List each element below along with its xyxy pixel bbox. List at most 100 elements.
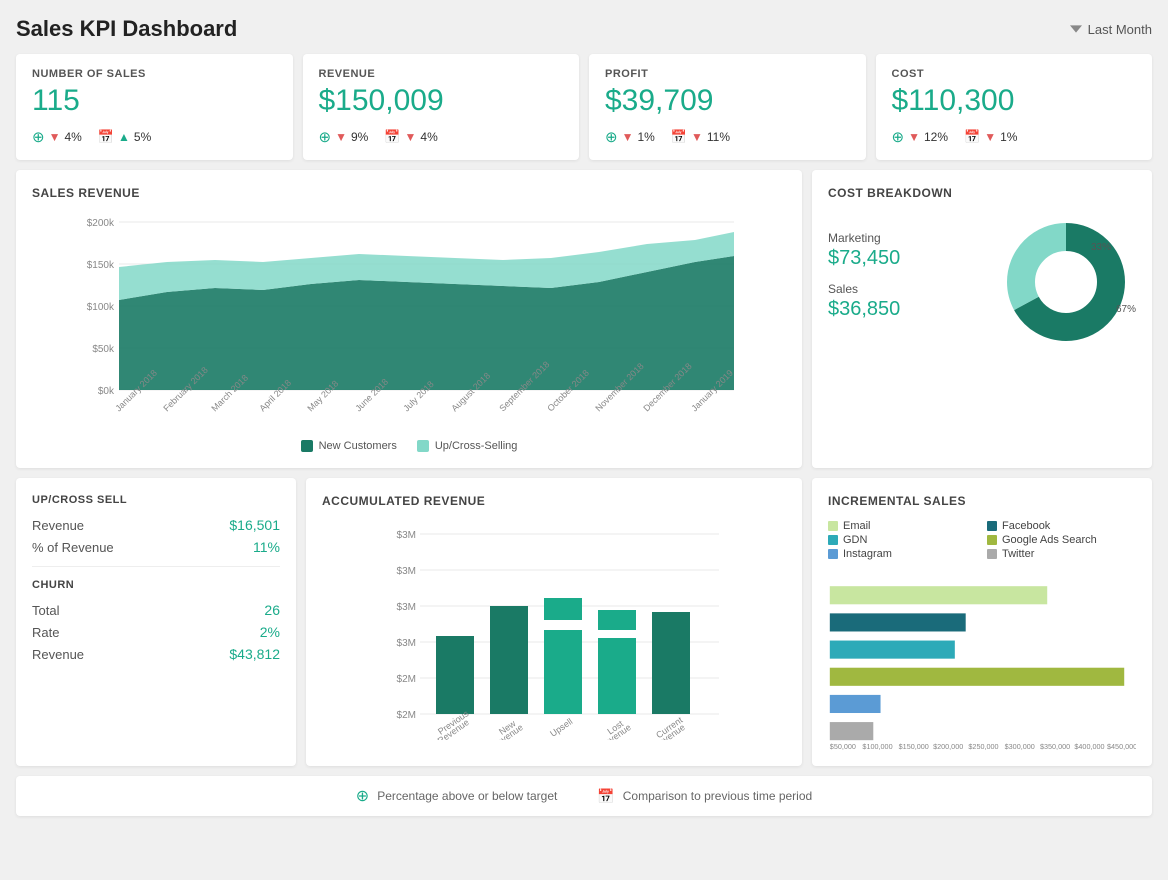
bar-google-ads	[830, 668, 1124, 686]
kpi-metric-cal-2: 📅 ▼ 11%	[671, 128, 730, 146]
svg-text:33%: 33%	[1091, 242, 1111, 253]
svg-text:$300,000: $300,000	[1005, 742, 1035, 751]
svg-text:$100,000: $100,000	[862, 742, 892, 751]
incremental-sales-card: INCREMENTAL SALES Email Facebook GDN Goo…	[812, 478, 1152, 766]
upcross-revenue-row: Revenue $16,501	[32, 514, 280, 536]
arrow-down-2: ▼	[622, 130, 634, 144]
svg-text:$150k: $150k	[87, 260, 115, 271]
label-instagram: Instagram	[843, 548, 892, 560]
cost-breakdown-card: COST BREAKDOWN Marketing $73,450 Sales $…	[812, 170, 1152, 468]
kpi-row: NUMBER OF SALES 115 ⊕ ▼ 4% 📅 ▲ 5% REVENU…	[16, 54, 1152, 160]
accumulated-revenue-chart: $3M $3M $3M $3M $2M $2M	[322, 520, 786, 720]
svg-text:$3M: $3M	[397, 638, 416, 649]
footer-text-target: Percentage above or below target	[377, 789, 557, 803]
churn-rate-row: Rate 2%	[32, 621, 280, 643]
cost-breakdown-content: Marketing $73,450 Sales $36,850	[828, 212, 1136, 352]
svg-text:$200k: $200k	[87, 218, 115, 229]
arrow-down-3b: ▼	[984, 130, 996, 144]
cost-cat-label-marketing: Marketing	[828, 231, 986, 245]
cost-cat-value-marketing: $73,450	[828, 247, 986, 270]
target-icon-footer: ⊕	[356, 786, 369, 806]
kpi-metric-cal-0: 📅 ▲ 5%	[98, 128, 151, 146]
svg-text:$50,000: $50,000	[830, 742, 856, 751]
upcross-pct-value: 11%	[253, 539, 280, 555]
dot-google-ads	[987, 535, 997, 545]
filter-label: Last Month	[1088, 22, 1152, 37]
cost-left: Marketing $73,450 Sales $36,850	[828, 231, 986, 333]
legend-google-ads: Google Ads Search	[987, 534, 1136, 546]
inc-bar-svg: $50,000 $100,000 $150,000 $200,000 $250,…	[828, 570, 1136, 760]
kpi-metric-target-3: ⊕ ▼ 12%	[892, 128, 949, 146]
kpi-value-2: $39,709	[605, 84, 850, 118]
upcross-pct-label: % of Revenue	[32, 540, 114, 555]
kpi-metric-cal-3: 📅 ▼ 1%	[964, 128, 1017, 146]
divider	[32, 566, 280, 567]
bar-email	[830, 586, 1047, 604]
legend-facebook: Facebook	[987, 520, 1136, 532]
svg-text:$2M: $2M	[397, 674, 416, 685]
kpi-pct-cal-2: 11%	[707, 130, 730, 144]
svg-text:$0k: $0k	[98, 386, 115, 397]
kpi-label-0: NUMBER OF SALES	[32, 68, 277, 80]
upcross-churn-card: UP/CROSS SELL Revenue $16,501 % of Reven…	[16, 478, 296, 766]
svg-text:$400,000: $400,000	[1074, 742, 1104, 751]
churn-rate-value: 2%	[260, 624, 280, 640]
kpi-metrics-3: ⊕ ▼ 12% 📅 ▼ 1%	[892, 128, 1137, 146]
bar-twitter	[830, 722, 873, 740]
donut-svg: 33% 67%	[996, 212, 1136, 352]
accum-svg: $3M $3M $3M $3M $2M $2M	[322, 520, 786, 740]
cost-category-sales: Sales $36,850	[828, 282, 986, 321]
arrow-down-1: ▼	[335, 130, 347, 144]
incremental-legend: Email Facebook GDN Google Ads Search Ins…	[828, 520, 1136, 560]
svg-text:$350,000: $350,000	[1040, 742, 1070, 751]
churn-rate-label: Rate	[32, 625, 59, 640]
bar-lost-bottom	[598, 638, 636, 714]
svg-text:$50k: $50k	[92, 344, 115, 355]
churn-total-row: Total 26	[32, 599, 280, 621]
arrow-down-3: ▼	[908, 130, 920, 144]
kpi-value-0: 115	[32, 84, 277, 118]
cost-cat-label-sales: Sales	[828, 282, 986, 296]
sales-revenue-legend: New Customers Up/Cross-Selling	[32, 440, 786, 452]
svg-text:$3M: $3M	[397, 602, 416, 613]
chevron-down-icon	[1070, 23, 1082, 35]
churn-title: CHURN	[32, 579, 280, 591]
label-email: Email	[843, 520, 871, 532]
svg-text:$200,000: $200,000	[933, 742, 963, 751]
bar-current-revenue	[652, 612, 690, 714]
incremental-sales-title: INCREMENTAL SALES	[828, 494, 1136, 508]
svg-text:Upsell: Upsell	[548, 716, 574, 739]
kpi-pct-cal-0: 5%	[134, 130, 151, 144]
bar-gdn	[830, 641, 955, 659]
kpi-metric-target-2: ⊕ ▼ 1%	[605, 128, 655, 146]
calendar-icon-0: 📅	[98, 129, 114, 145]
calendar-icon-2: 📅	[671, 129, 687, 145]
calendar-icon-3: 📅	[964, 129, 980, 145]
kpi-label-3: COST	[892, 68, 1137, 80]
dot-instagram	[828, 549, 838, 559]
dot-gdn	[828, 535, 838, 545]
dot-facebook	[987, 521, 997, 531]
bar-upsell-bottom	[544, 630, 582, 714]
dashboard: Sales KPI Dashboard Last Month NUMBER OF…	[16, 16, 1152, 816]
kpi-metrics-0: ⊕ ▼ 4% 📅 ▲ 5%	[32, 128, 277, 146]
arrow-down-1b: ▼	[405, 130, 417, 144]
legend-dot-upcross	[417, 440, 429, 452]
label-facebook: Facebook	[1002, 520, 1050, 532]
kpi-metric-target-0: ⊕ ▼ 4%	[32, 128, 82, 146]
accumulated-revenue-card: ACCUMULATED REVENUE $3M $3M $3M $3M $2M …	[306, 478, 802, 766]
legend-instagram: Instagram	[828, 548, 977, 560]
filter-button[interactable]: Last Month	[1070, 22, 1152, 37]
kpi-card-profit: PROFIT $39,709 ⊕ ▼ 1% 📅 ▼ 11%	[589, 54, 866, 160]
kpi-card-revenue: REVENUE $150,009 ⊕ ▼ 9% 📅 ▼ 4%	[303, 54, 580, 160]
kpi-metrics-1: ⊕ ▼ 9% 📅 ▼ 4%	[319, 128, 564, 146]
dot-twitter	[987, 549, 997, 559]
target-icon-1: ⊕	[319, 128, 332, 146]
upcross-title: UP/CROSS SELL	[32, 494, 280, 506]
svg-text:$150,000: $150,000	[899, 742, 929, 751]
top-bar: Sales KPI Dashboard Last Month	[16, 16, 1152, 42]
target-icon-3: ⊕	[892, 128, 905, 146]
kpi-pct-target-1: 9%	[351, 130, 368, 144]
dot-email	[828, 521, 838, 531]
cost-cat-value-sales: $36,850	[828, 298, 986, 321]
